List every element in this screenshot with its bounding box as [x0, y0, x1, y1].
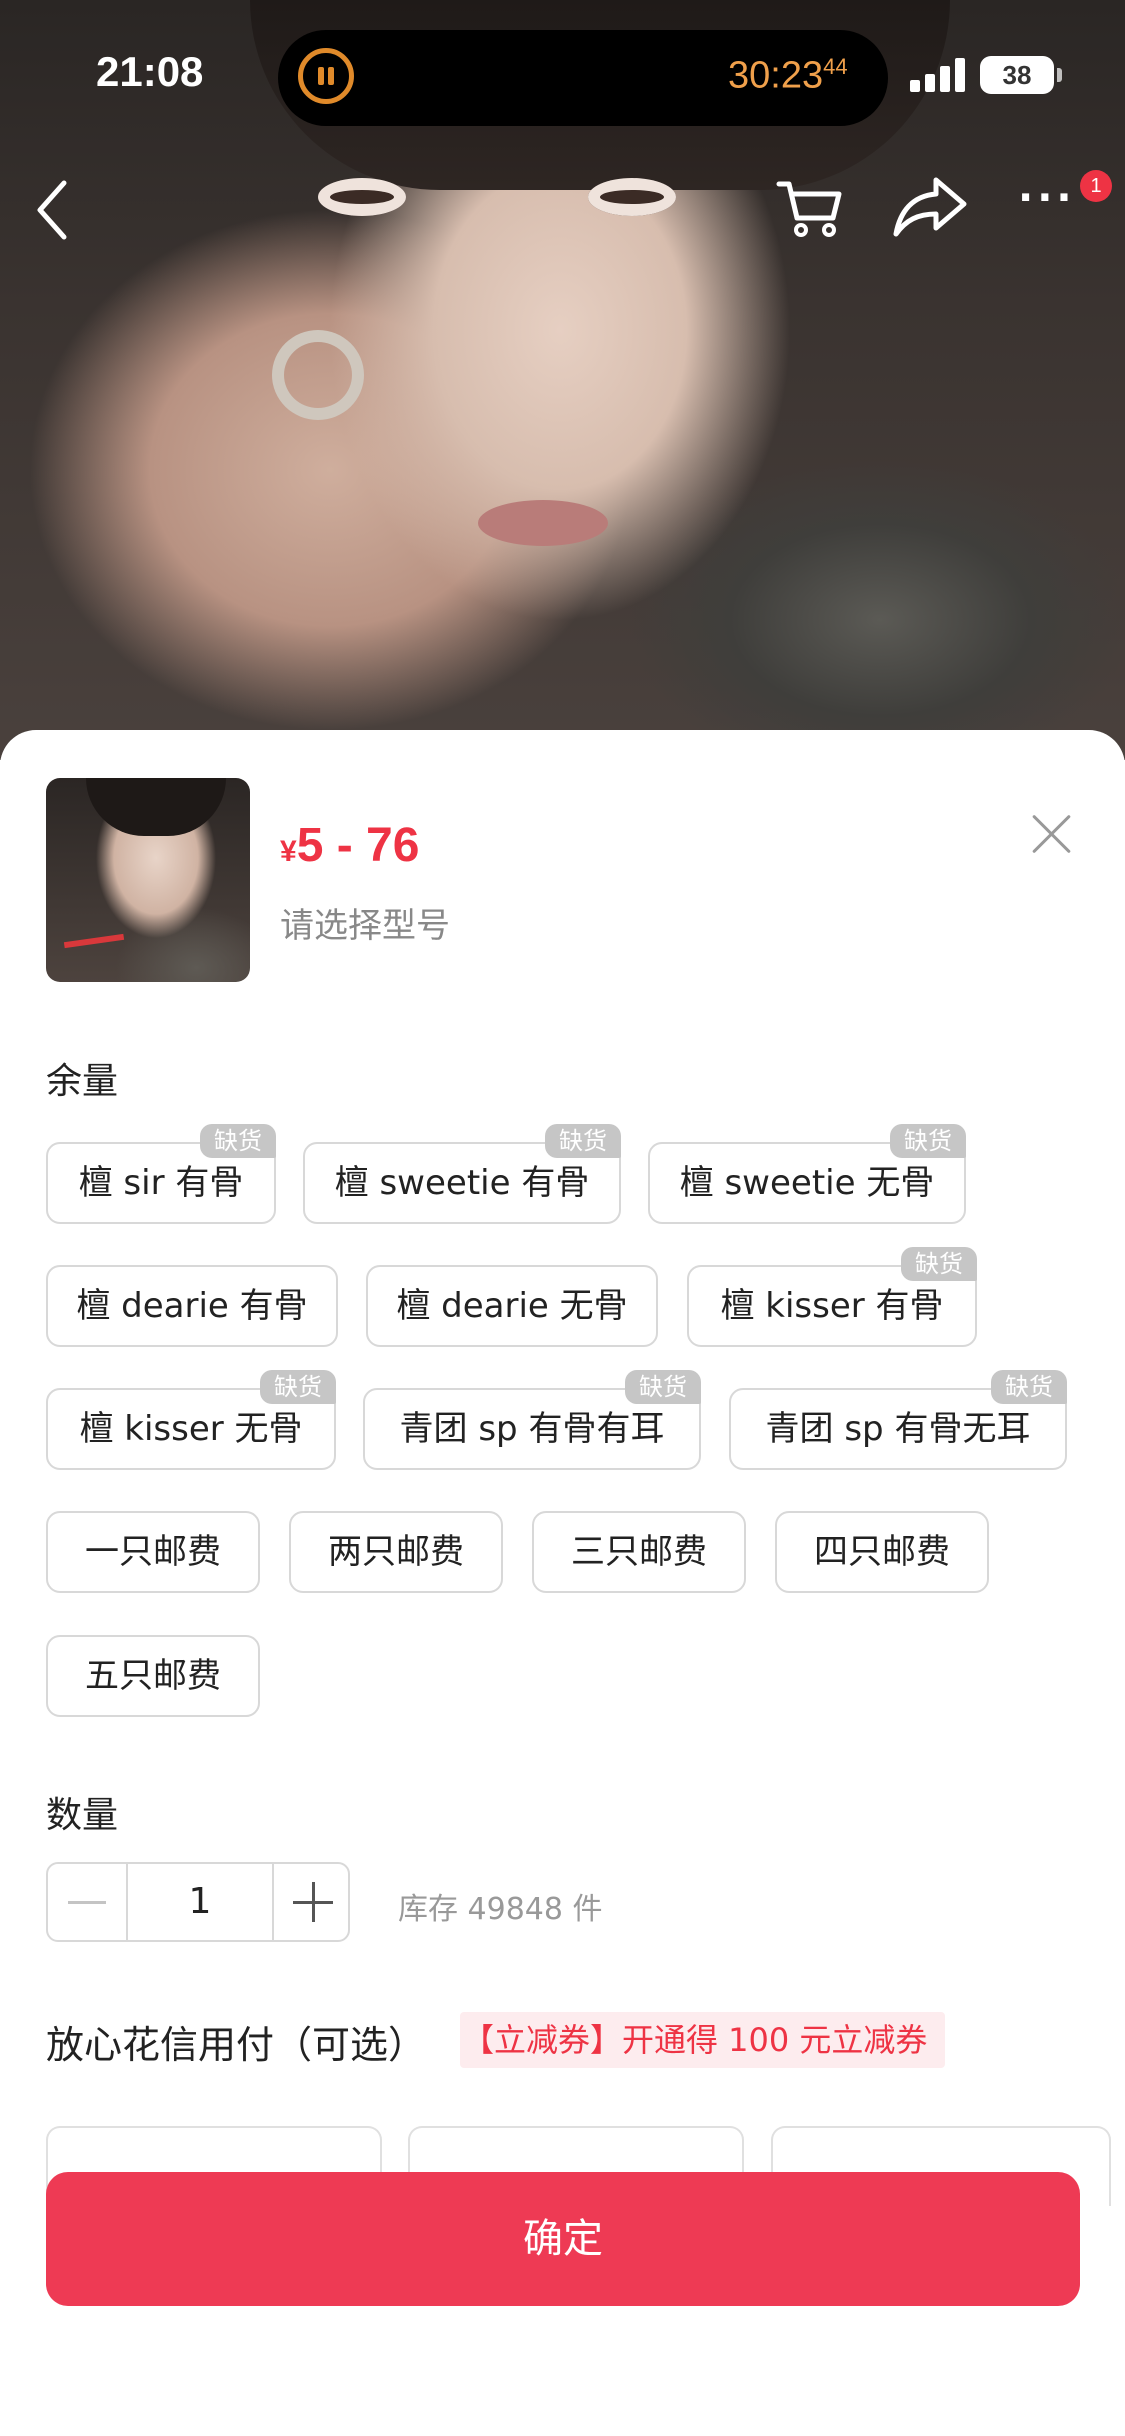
out-of-stock-tag: 缺货	[260, 1370, 336, 1404]
price-range: ¥5 - 76	[280, 818, 419, 873]
status-time: 21:08	[96, 48, 204, 95]
product-thumbnail[interactable]	[46, 778, 250, 982]
option-chip[interactable]: 青团 sp 有骨无耳 缺货	[729, 1370, 1067, 1470]
stock-count: 库存 49848 件	[398, 1892, 603, 1927]
hero-lips	[478, 500, 608, 546]
option-chip[interactable]: 檀 kisser 有骨 缺货	[687, 1247, 977, 1347]
timer-main: 30:23	[728, 54, 824, 97]
cart-icon[interactable]	[775, 172, 845, 242]
option-chip[interactable]: 青团 sp 有骨有耳 缺货	[363, 1370, 701, 1470]
close-icon[interactable]	[1030, 812, 1074, 856]
option-chip[interactable]: 檀 sweetie 无骨 缺货	[648, 1124, 966, 1224]
cellular-signal-icon	[910, 58, 966, 92]
out-of-stock-tag: 缺货	[200, 1124, 276, 1158]
out-of-stock-tag: 缺货	[545, 1124, 621, 1158]
option-chip[interactable]: 两只邮费	[289, 1511, 503, 1593]
option-chip[interactable]: 檀 dearie 有骨	[46, 1265, 338, 1347]
back-icon[interactable]	[30, 175, 80, 245]
hero-right-eye	[588, 178, 676, 216]
battery-icon: 38	[980, 56, 1062, 94]
out-of-stock-tag: 缺货	[991, 1370, 1067, 1404]
notification-badge: 1	[1080, 170, 1112, 202]
out-of-stock-tag: 缺货	[625, 1370, 701, 1404]
currency-symbol: ¥	[280, 835, 297, 868]
share-icon[interactable]	[890, 172, 970, 242]
timer-fraction: 44	[823, 54, 848, 79]
option-chip[interactable]: 五只邮费	[46, 1635, 260, 1717]
option-chip[interactable]: 檀 sweetie 有骨 缺货	[303, 1124, 621, 1224]
coupon-promo-tag: 【立减券】开通得 100 元立减券	[460, 2012, 946, 2068]
price-value: 5 - 76	[296, 819, 420, 872]
option-chip[interactable]: 檀 kisser 无骨 缺货	[46, 1370, 336, 1470]
more-icon[interactable]: ···	[1018, 178, 1078, 228]
quantity-value[interactable]: 1	[128, 1864, 272, 1940]
select-model-hint: 请选择型号	[280, 906, 450, 946]
hero-ring	[272, 330, 364, 420]
option-chip[interactable]: 檀 dearie 无骨	[366, 1265, 658, 1347]
quantity-label: 数量	[46, 1795, 119, 1836]
hero-left-eye	[318, 178, 406, 216]
quantity-stepper: 1	[46, 1862, 350, 1942]
option-chip[interactable]: 四只邮费	[775, 1511, 989, 1593]
screen: 21:08 30:2344 38 ··· 1 ¥5 - 76 请选择型号 余量 …	[0, 0, 1125, 2436]
out-of-stock-tag: 缺货	[890, 1124, 966, 1158]
option-chip[interactable]: 一只邮费	[46, 1511, 260, 1593]
decrement-button[interactable]	[48, 1864, 128, 1940]
credit-pay-title: 放心花信用付（可选）	[46, 2023, 427, 2067]
confirm-button[interactable]: 确定	[46, 2172, 1080, 2306]
timer-pause-icon[interactable]	[298, 48, 354, 104]
out-of-stock-tag: 缺货	[901, 1247, 977, 1281]
option-chip[interactable]: 檀 sir 有骨 缺货	[46, 1124, 276, 1224]
option-chip[interactable]: 三只邮费	[532, 1511, 746, 1593]
increment-button[interactable]	[272, 1864, 350, 1940]
options-section-label: 余量	[46, 1061, 119, 1102]
timer-readout: 30:2344	[728, 54, 848, 98]
